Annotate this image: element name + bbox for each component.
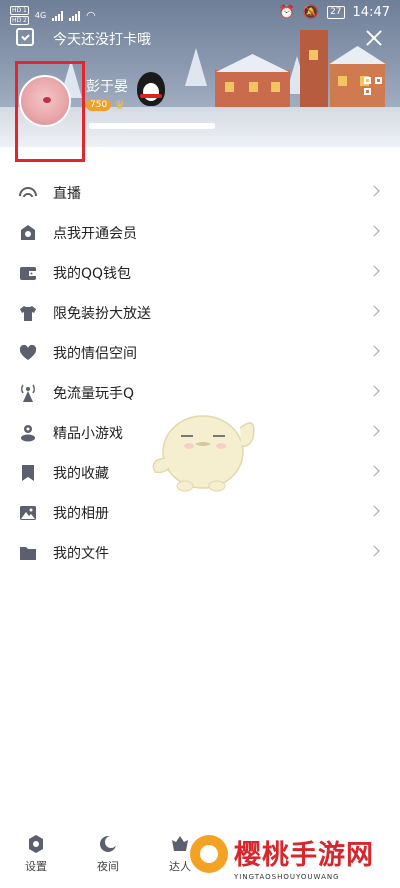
checkin-prompt[interactable]: 今天还没打卡哦	[53, 29, 151, 49]
crown-icon: ♛	[114, 98, 125, 112]
signal2-icon	[69, 10, 81, 21]
menu-label: 我的QQ钱包	[53, 266, 132, 282]
bookmark-icon	[18, 463, 38, 483]
menu-label: 限免装扮大放送	[53, 306, 151, 322]
watermark-title: 樱桃手游网	[234, 840, 374, 871]
folder-icon	[18, 543, 38, 563]
menu-item-live[interactable]: 直播	[0, 173, 400, 213]
menu-label: 直播	[53, 186, 81, 202]
gear-icon	[26, 834, 46, 854]
wallet-icon	[18, 263, 38, 283]
clock: 14:47	[352, 5, 390, 20]
signal-icon	[52, 10, 64, 21]
site-watermark: 樱桃手游网 YINGTAOSHOUYOUWANG	[190, 833, 400, 888]
menu-item-couple[interactable]: 我的情侣空间	[0, 333, 400, 373]
cherry-logo-icon	[190, 835, 228, 873]
mute-icon: 🔕	[302, 5, 320, 20]
chevron-right-icon	[368, 505, 380, 517]
moon-icon	[98, 834, 118, 854]
chevron-right-icon	[368, 425, 380, 437]
qq-penguin-icon	[137, 72, 165, 106]
signal-tower-icon	[18, 383, 38, 403]
sim2-indicator: HD 2	[10, 16, 29, 25]
menu-label: 点我开通会员	[53, 226, 137, 242]
settings-label: 设置	[25, 860, 47, 873]
drawer-menu: 直播 点我开通会员 我的QQ钱包 限免装扮大放送 我的情侣空间 免流量玩手Q 精…	[0, 173, 400, 573]
network-type: 4G	[34, 11, 47, 20]
photo-icon	[18, 503, 38, 523]
close-icon[interactable]	[362, 26, 386, 50]
game-icon	[18, 423, 38, 443]
highlight-frame	[15, 61, 85, 162]
menu-item-vip[interactable]: 点我开通会员	[0, 213, 400, 253]
vip-icon	[18, 223, 38, 243]
nickname[interactable]: 彭于晏	[86, 76, 128, 96]
alarm-icon: ⏰	[278, 5, 295, 20]
menu-label: 我的情侣空间	[53, 346, 137, 362]
battery-icon: 27	[327, 6, 345, 19]
heart-icon	[18, 343, 38, 363]
watermark-subtitle: YINGTAOSHOUYOUWANG	[234, 873, 340, 881]
qr-code-icon[interactable]	[364, 77, 382, 95]
status-bar: HD 1 HD 2 4G ◠ ⏰ 🔕 27 14:47	[0, 0, 400, 26]
chevron-right-icon	[368, 345, 380, 357]
menu-label: 我的收藏	[53, 466, 109, 482]
chevron-right-icon	[368, 385, 380, 397]
menu-item-wallet[interactable]: 我的QQ钱包	[0, 253, 400, 293]
night-label: 夜间	[97, 860, 119, 873]
chevron-right-icon	[368, 545, 380, 557]
menu-label: 我的文件	[53, 546, 109, 562]
level-badges[interactable]: 750 ♛	[86, 98, 125, 112]
expert-icon	[170, 834, 190, 854]
night-mode-button[interactable]: 夜间	[83, 834, 133, 874]
menu-label: 我的相册	[53, 506, 109, 522]
menu-label: 精品小游戏	[53, 426, 123, 442]
chevron-right-icon	[368, 305, 380, 317]
menu-label: 免流量玩手Q	[53, 386, 135, 402]
checkin-calendar-icon[interactable]	[16, 28, 34, 46]
signature-line[interactable]	[89, 123, 215, 129]
mascot-illustration	[152, 415, 255, 492]
menu-item-dressup[interactable]: 限免装扮大放送	[0, 293, 400, 333]
chevron-right-icon	[368, 185, 380, 197]
chevron-right-icon	[368, 265, 380, 277]
sim1-indicator: HD 1	[10, 6, 29, 15]
level-badge: 750	[86, 99, 112, 111]
chevron-right-icon	[368, 225, 380, 237]
wifi-icon: ◠	[86, 9, 96, 22]
shirt-icon	[18, 303, 38, 323]
menu-item-files[interactable]: 我的文件	[0, 533, 400, 573]
live-icon	[18, 183, 38, 203]
chevron-right-icon	[368, 465, 380, 477]
settings-button[interactable]: 设置	[11, 834, 61, 874]
menu-item-album[interactable]: 我的相册	[0, 493, 400, 533]
expert-label: 达人	[169, 860, 191, 873]
